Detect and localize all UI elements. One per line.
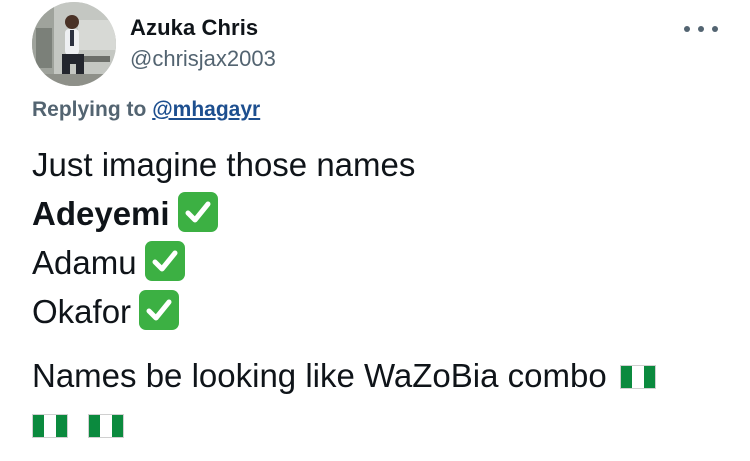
more-dot (684, 26, 690, 32)
author-handle[interactable]: @chrisjax2003 (130, 46, 276, 72)
tweet-line: Just imagine those names (32, 146, 416, 183)
more-options-icon[interactable] (684, 22, 718, 36)
tweet-text: Just imagine those names Adeyemi Adamu O… (32, 140, 732, 449)
tweet-line: Adeyemi (32, 189, 732, 238)
nigeria-flag-icon (32, 414, 68, 438)
name-adeyemi: Adeyemi (32, 195, 170, 232)
tweet-line: Okafor (32, 287, 732, 336)
name-okafor: Okafor (32, 293, 132, 330)
white-heavy-check-mark-icon (144, 241, 185, 281)
replying-to-label: Replying to (32, 98, 147, 121)
wazobia-text: Names be looking like WaZoBia combo (32, 357, 607, 394)
tweet-line (32, 400, 732, 449)
author-display-name[interactable]: Azuka Chris (130, 15, 258, 41)
tweet-line: Names be looking like WaZoBia combo (32, 351, 732, 400)
reply-mention-link[interactable]: @mhagayr (152, 98, 260, 121)
more-dot (712, 26, 718, 32)
white-heavy-check-mark-icon (177, 192, 218, 232)
white-heavy-check-mark-icon (139, 290, 180, 330)
nigeria-flag-icon (88, 414, 124, 438)
name-adamu: Adamu (32, 244, 137, 281)
avatar[interactable] (32, 2, 116, 86)
nigeria-flag-icon (619, 365, 656, 389)
more-dot (698, 26, 704, 32)
replying-to: Replying to @mhagayr (32, 98, 260, 122)
tweet-line: Adamu (32, 238, 732, 287)
avatar-photo (32, 2, 116, 86)
